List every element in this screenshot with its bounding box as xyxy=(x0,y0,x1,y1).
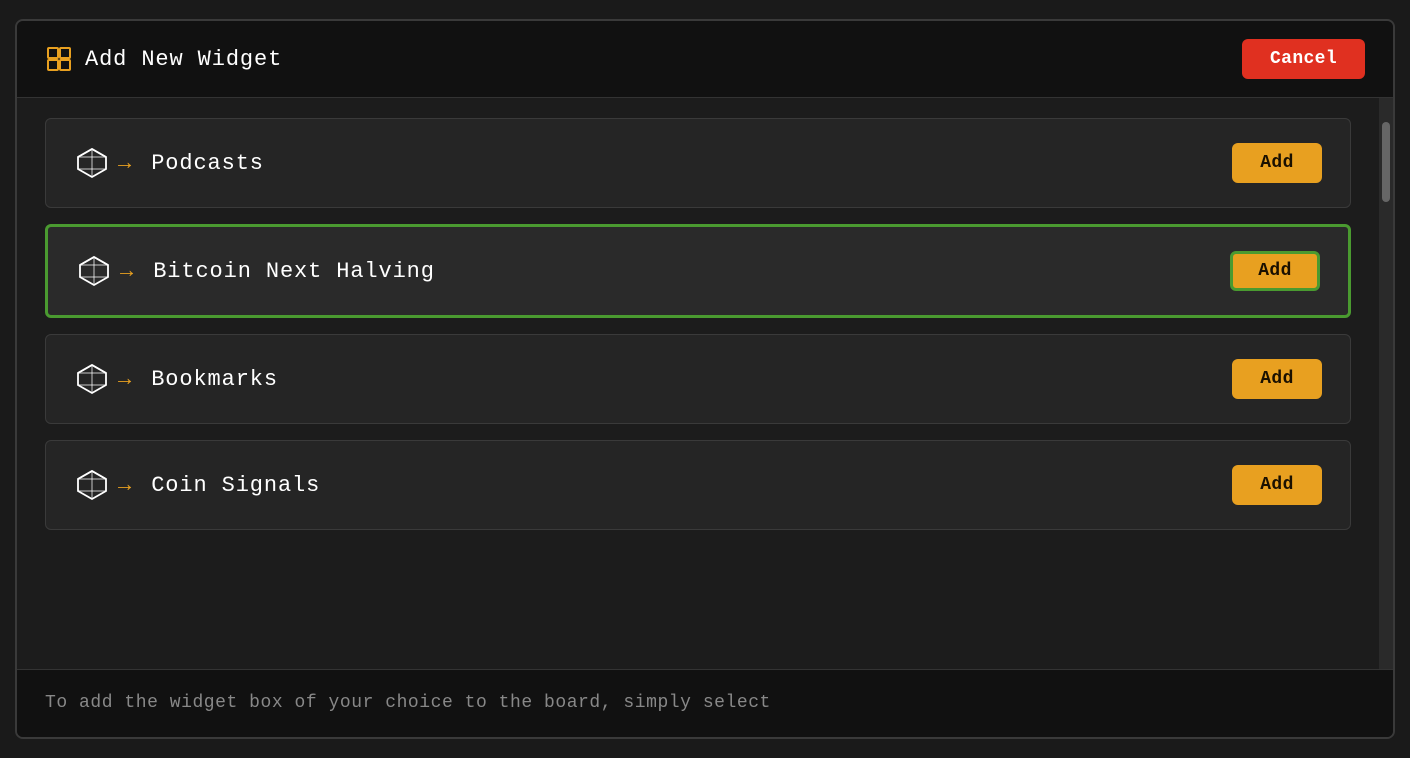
cancel-button[interactable]: Cancel xyxy=(1242,39,1365,79)
widget-item-left: → Coin Signals xyxy=(74,467,320,503)
add-button-coin-signals[interactable]: Add xyxy=(1232,465,1322,505)
add-button-bookmarks[interactable]: Add xyxy=(1232,359,1322,399)
widget-item-left: → Bitcoin Next Halving xyxy=(76,253,435,289)
footer-text: To add the widget box of your choice to … xyxy=(45,690,1365,717)
modal-footer: To add the widget box of your choice to … xyxy=(17,669,1393,737)
widget-icon-group: → xyxy=(76,253,133,289)
widget-name-bitcoin-next-halving: Bitcoin Next Halving xyxy=(153,259,435,284)
modal-title: Add New Widget xyxy=(85,47,282,72)
widget-item-podcasts[interactable]: → Podcasts Add xyxy=(45,118,1351,208)
widget-item-bitcoin-next-halving[interactable]: → Bitcoin Next Halving Add xyxy=(45,224,1351,318)
widget-item-left: → Bookmarks xyxy=(74,361,278,397)
box-icon xyxy=(74,145,110,181)
widget-list: → Podcasts Add xyxy=(17,98,1379,669)
widget-icon-group: → xyxy=(74,145,131,181)
add-widget-modal: Add New Widget Cancel → xyxy=(15,19,1395,739)
widget-name-bookmarks: Bookmarks xyxy=(151,367,278,392)
header-left: Add New Widget xyxy=(45,45,282,73)
widget-icon xyxy=(45,45,73,73)
box-icon xyxy=(74,361,110,397)
modal-header: Add New Widget Cancel xyxy=(17,21,1393,98)
scrollbar-track[interactable] xyxy=(1379,98,1393,669)
box-icon xyxy=(74,467,110,503)
modal-body: → Podcasts Add xyxy=(17,98,1393,669)
widget-icon-group: → xyxy=(74,361,131,397)
arrow-icon: → xyxy=(118,367,131,392)
widget-item-coin-signals[interactable]: → Coin Signals Add xyxy=(45,440,1351,530)
widget-name-podcasts: Podcasts xyxy=(151,151,264,176)
add-button-podcasts[interactable]: Add xyxy=(1232,143,1322,183)
add-button-bitcoin-next-halving[interactable]: Add xyxy=(1230,251,1320,291)
widget-item-bookmarks[interactable]: → Bookmarks Add xyxy=(45,334,1351,424)
widget-name-coin-signals: Coin Signals xyxy=(151,473,320,498)
arrow-icon: → xyxy=(118,473,131,498)
box-icon xyxy=(76,253,112,289)
widget-icon-group: → xyxy=(74,467,131,503)
widget-item-left: → Podcasts xyxy=(74,145,264,181)
arrow-icon: → xyxy=(120,259,133,284)
arrow-icon: → xyxy=(118,151,131,176)
scrollbar-thumb[interactable] xyxy=(1382,122,1390,202)
